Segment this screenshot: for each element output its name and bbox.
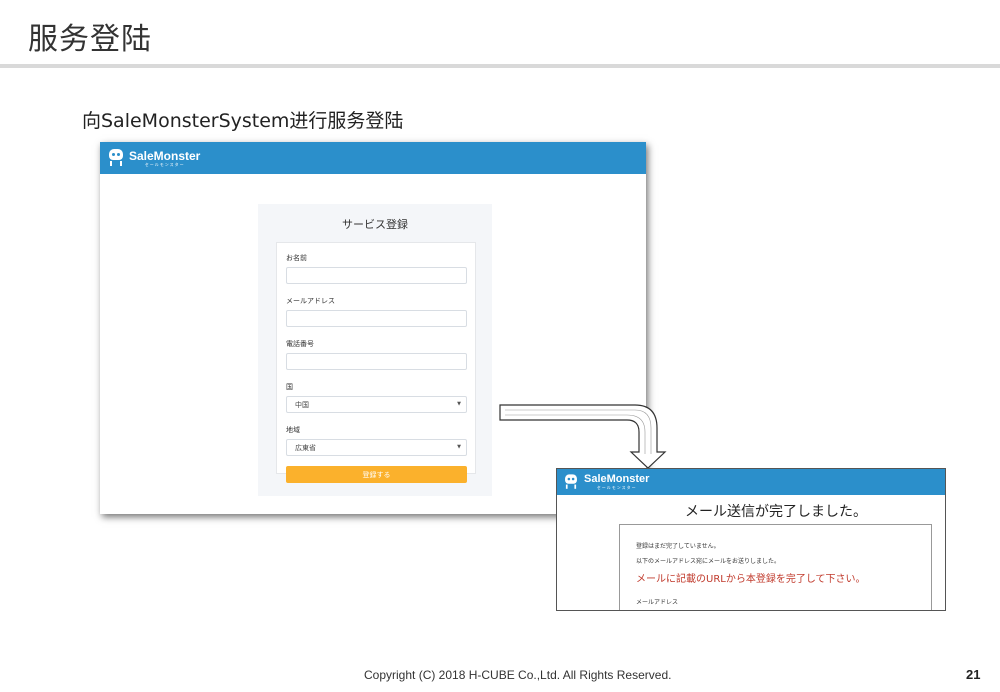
- slide-subtitle: 向SaleMonsterSystem进行服务登陆: [82, 110, 404, 132]
- region-select[interactable]: 広東省 ▼: [286, 439, 467, 456]
- brand-logo[interactable]: SaleMonster セールモンスター: [129, 150, 200, 167]
- name-input[interactable]: [286, 267, 467, 284]
- email-address-label: メールアドレス: [636, 599, 679, 606]
- country-value: 中国: [295, 400, 309, 409]
- name-label: お名前: [286, 254, 307, 262]
- region-value: 広東省: [295, 443, 316, 452]
- brand-kana: セールモンスター: [144, 161, 185, 167]
- email-label: メールアドレス: [286, 297, 335, 305]
- instruction-message: メールに記載のURLから本登録を完了して下さい。: [636, 574, 866, 585]
- caret-down-icon: ▼: [457, 401, 461, 407]
- register-button[interactable]: 登録する: [286, 466, 467, 483]
- form-title: サービス登録: [342, 218, 408, 231]
- app-header: SaleMonster セールモンスター: [100, 142, 646, 174]
- status-message: 登録はまだ完了していません。: [636, 543, 720, 550]
- brand-logo[interactable]: SaleMonster セールモンスター: [584, 474, 649, 490]
- brand-name: SaleMonster: [129, 148, 201, 163]
- sent-message: 以下のメールアドレス宛にメールをお送りしました。: [636, 558, 781, 565]
- email-input[interactable]: [286, 310, 467, 327]
- phone-label: 電話番号: [286, 340, 314, 348]
- registration-form: お名前 メールアドレス 電話番号 国 中国 ▼ 地域 広東省 ▼ 登録する: [276, 242, 476, 483]
- monster-logo-icon: [108, 149, 124, 167]
- brand-name: SaleMonster: [584, 473, 650, 485]
- confirmation-title: メール送信が完了しました。: [685, 504, 867, 520]
- confirmation-screenshot: SaleMonster セールモンスター メール送信が完了しました。 登録はまだ…: [556, 468, 946, 611]
- caret-down-icon: ▼: [457, 444, 461, 450]
- phone-input[interactable]: [286, 353, 467, 370]
- title-divider: [0, 64, 1000, 68]
- copyright-footer: Copyright (C) 2018 H-CUBE Co.,Ltd. All R…: [364, 668, 672, 682]
- slide-title: 服务登陆: [28, 22, 152, 57]
- registration-panel: サービス登録 お名前 メールアドレス 電話番号 国 中国 ▼ 地域 広東省 ▼ …: [258, 204, 492, 496]
- monster-logo-icon: [564, 474, 578, 489]
- confirmation-message-box: 登録はまだ完了していません。 以下のメールアドレス宛にメールをお送りしました。 …: [619, 524, 932, 610]
- brand-kana: セールモンスター: [596, 485, 637, 490]
- region-label: 地域: [286, 426, 300, 434]
- app-header: SaleMonster セールモンスター: [557, 469, 945, 495]
- page-number: 21: [966, 667, 981, 682]
- country-label: 国: [286, 383, 293, 391]
- flow-arrow-icon: [499, 404, 667, 469]
- country-select[interactable]: 中国 ▼: [286, 396, 467, 413]
